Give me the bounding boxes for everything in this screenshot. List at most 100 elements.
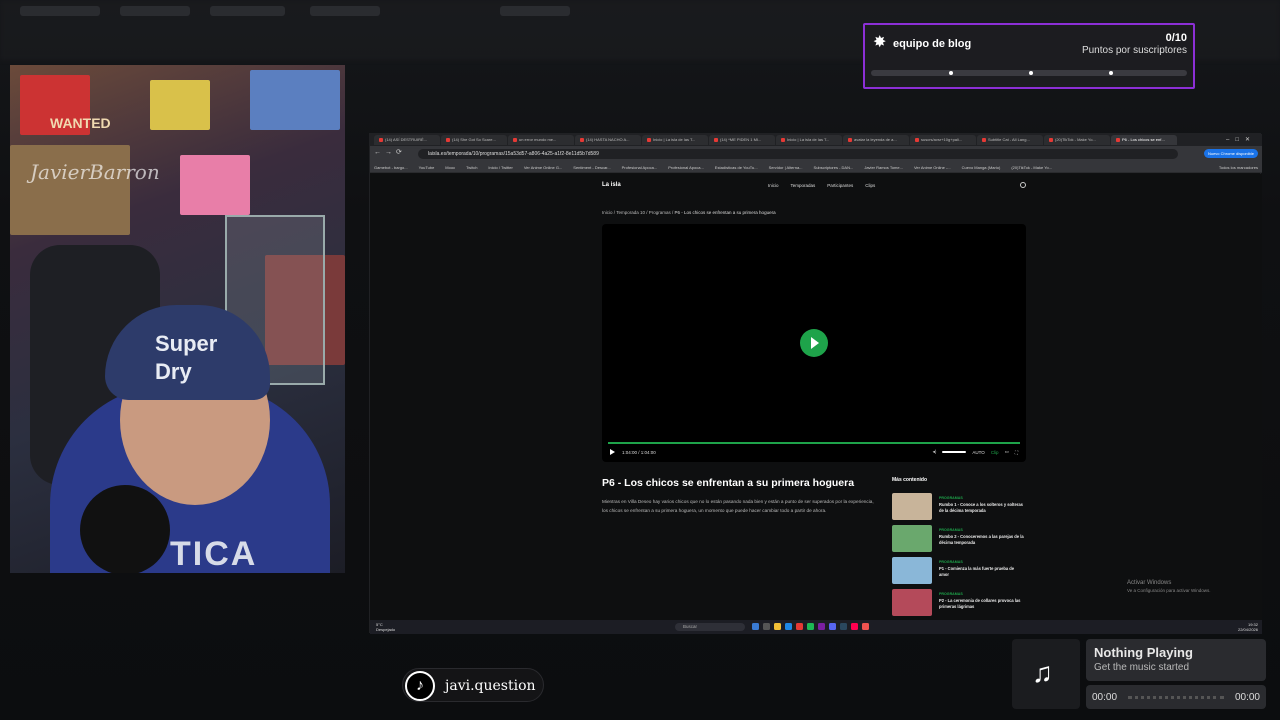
bookmark-item[interactable]: Ver Anime Online -...	[914, 165, 951, 170]
chrome-update-button[interactable]: Nuevo Chrome disponible	[1203, 149, 1258, 158]
pip-icon[interactable]: ▭	[1005, 449, 1009, 455]
browser-tab[interactable]: (14) She Got So Scare...	[441, 135, 507, 145]
bookmark-item[interactable]: Mooc	[445, 165, 455, 170]
browser-tab[interactable]: avatar la leyenda de a...	[843, 135, 909, 145]
site-logo[interactable]: La isla	[602, 182, 621, 188]
menu-temporadas[interactable]: Temporadas	[791, 183, 816, 188]
bookmark-item[interactable]: Servidor | Alterna...	[769, 165, 803, 170]
tiktok-logo-icon: ♪	[405, 671, 435, 701]
taskbar-clock[interactable]: 19:32 22/04/2026	[1238, 622, 1258, 632]
nav-buttons[interactable]: ←→⟳	[374, 148, 406, 156]
browser-tab[interactable]: Inicio | La isla de las T...	[776, 135, 842, 145]
fullscreen-icon[interactable]: ⛶	[1015, 450, 1018, 455]
more-content-item[interactable]: PROGRAMAS Rumbo 1 - Conoce a los soltero…	[892, 493, 1026, 521]
browser-tab-bar: (14) ASÍ DESTRUIRÉ... (14) She Got So Sca…	[370, 134, 1262, 146]
bookmark-item[interactable]: (20)TikTok - Make Yo...	[1011, 165, 1052, 170]
browser-tab[interactable]: (14) ASÍ DESTRUIRÉ...	[374, 135, 440, 145]
thumbnail[interactable]	[892, 493, 932, 520]
breadcrumb-current: P6 - Los chicos se enfrentan a su primer…	[674, 210, 776, 215]
clip-button[interactable]: Clip	[991, 450, 999, 455]
site-nav: La isla Inicio Temporadas Participantes …	[602, 182, 1026, 192]
bookmark-item[interactable]: Javier Ramos Tome...	[864, 165, 903, 170]
browser-tab[interactable]: un error mundo me...	[508, 135, 574, 145]
bookmark-item[interactable]: Profesional Apoca...	[622, 165, 658, 170]
blurred-tab	[210, 6, 285, 16]
site-menu: Inicio Temporadas Participantes Clips	[768, 183, 875, 188]
activate-title: Activar Windows	[1127, 580, 1172, 586]
search-icon[interactable]	[1020, 182, 1026, 188]
breadcrumb-home[interactable]: Inicio	[602, 210, 613, 215]
video-progress-bar[interactable]	[608, 442, 1020, 444]
poster	[150, 80, 210, 130]
bookmark-item[interactable]: Estadísticas de YouTu...	[715, 165, 758, 170]
music-duration: 00:00	[1234, 692, 1260, 703]
browser-tab[interactable]: (20)TikTok - Make Yo...	[1044, 135, 1110, 145]
task-view-icon[interactable]	[763, 623, 770, 630]
breadcrumb-season[interactable]: Temporada 10	[616, 210, 645, 215]
twitch-icon[interactable]	[818, 623, 825, 630]
bookmark-item[interactable]: Ver Anime Online G...	[524, 165, 562, 170]
quality-button[interactable]: AUTO	[972, 450, 984, 455]
bookmark-item[interactable]: Sentiment - Descar...	[573, 165, 610, 170]
obs-icon[interactable]	[862, 623, 869, 630]
more-content-item[interactable]: PROGRAMAS Rumbo 2 - Conoceremos a las pa…	[892, 525, 1026, 553]
volume-icon[interactable]: ◂)	[933, 449, 937, 455]
play-small-icon[interactable]	[610, 449, 615, 455]
browser-tab[interactable]: (14) HASTA NACHO A...	[575, 135, 641, 145]
now-playing-card: Nothing Playing Get the music started	[1086, 639, 1266, 681]
browser-tab[interactable]: suscrs/avsr+10g+pali...	[910, 135, 976, 145]
weather-widget[interactable]: 5°C Despejado	[376, 622, 395, 632]
item-title[interactable]: Rumbo 1 - Conoce a los solteros y solter…	[939, 502, 1025, 513]
tab-favicon-icon	[580, 137, 584, 142]
item-category: PROGRAMAS	[939, 496, 963, 500]
thumbnail[interactable]	[892, 589, 932, 616]
volume-slider[interactable]	[942, 451, 967, 453]
more-content-item[interactable]: PROGRAMAS P2 - La ceremonia de collares …	[892, 589, 1026, 617]
window-controls[interactable]: –□✕	[1226, 136, 1256, 143]
address-bar: ←→⟳ laisla.es/temporada/10/programas/15a…	[370, 146, 1262, 162]
breadcrumb-section[interactable]: Programas	[649, 210, 671, 215]
browser-tab[interactable]: (14) *ME PIDEN 1 MI...	[709, 135, 775, 145]
item-title[interactable]: P2 - La ceremonia de collares provoca la…	[939, 598, 1025, 609]
browser-tab[interactable]: Subtitle Cat - All Lang...	[977, 135, 1043, 145]
thumbnail[interactable]	[892, 557, 932, 584]
url-field[interactable]: laisla.es/temporada/10/programas/15a53d5…	[418, 149, 1178, 159]
chrome-icon[interactable]	[796, 623, 803, 630]
browser-tab[interactable]: P6 - Los chicos se enf...	[1111, 135, 1177, 145]
item-title[interactable]: P1 - Comienza la más fuerte prueba de am…	[939, 566, 1025, 577]
menu-clips[interactable]: Clips	[865, 183, 875, 188]
bookmark-item[interactable]: Inicio / Twitter	[488, 165, 512, 170]
music-note-icon: ♫	[1032, 657, 1053, 688]
steam-icon[interactable]	[840, 623, 847, 630]
menu-inicio[interactable]: Inicio	[768, 183, 779, 188]
bookmark-item[interactable]: YouTube	[419, 165, 435, 170]
edge-icon[interactable]	[785, 623, 792, 630]
more-content-heading: Más contenido	[892, 477, 928, 483]
menu-participantes[interactable]: Participantes	[827, 183, 853, 188]
webcam-feed: WANTED JavierBarron Super Dry TICA	[10, 65, 345, 573]
bookmark-item[interactable]: Twitch	[466, 165, 477, 170]
tiktok-icon[interactable]	[851, 623, 858, 630]
start-icon[interactable]	[752, 623, 759, 630]
browser-tab[interactable]: Inicio | La isla de las T...	[642, 135, 708, 145]
bookmark-item[interactable]: Cuevo Manga (Mario)	[962, 165, 1001, 170]
discord-icon[interactable]	[829, 623, 836, 630]
tab-favicon-icon	[1116, 137, 1120, 142]
video-player[interactable]: 1:04:00 / 1:04:00 ◂) AUTO Clip ▭ ⛶	[602, 224, 1026, 462]
bookmark-item[interactable]: Subscriptores - DAN...	[814, 165, 854, 170]
play-icon[interactable]	[800, 329, 828, 357]
all-bookmarks[interactable]: Todos los marcadores	[1219, 165, 1258, 170]
tab-favicon-icon	[915, 137, 919, 142]
poster	[180, 155, 250, 215]
bookmark-item[interactable]: Profesional Apoca...	[668, 165, 704, 170]
tab-label: (14) HASTA NACHO A...	[586, 137, 630, 142]
more-content-item[interactable]: PROGRAMAS P1 - Comienza la más fuerte pr…	[892, 557, 1026, 585]
explorer-icon[interactable]	[774, 623, 781, 630]
website: La isla Inicio Temporadas Participantes …	[370, 174, 1262, 620]
tab-favicon-icon	[714, 137, 718, 142]
spotify-icon[interactable]	[807, 623, 814, 630]
item-title[interactable]: Rumbo 2 - Conoceremos a las parejas de l…	[939, 534, 1025, 545]
taskbar-search[interactable]: Buscar	[675, 623, 745, 631]
thumbnail[interactable]	[892, 525, 932, 552]
bookmark-item[interactable]: Gamebot - bargo...	[374, 165, 408, 170]
